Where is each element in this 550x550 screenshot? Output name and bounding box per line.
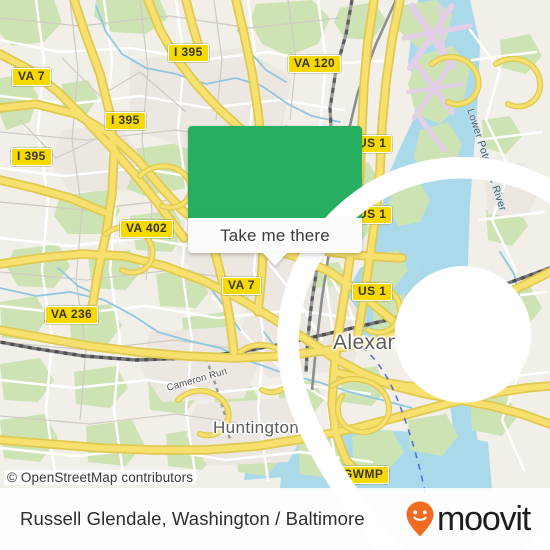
map-screenshot: Alexandria Huntington Lower Potomac Rive… [0, 0, 550, 550]
openstreetmap-attribution[interactable]: © OpenStreetMap contributors [4, 470, 197, 485]
page-title: Russell Glendale, Washington / Baltimore [20, 508, 365, 529]
highway-shield-va-120[interactable]: VA 120 [288, 55, 342, 73]
map-pin-icon [277, 156, 550, 550]
highway-shield-va-402[interactable]: VA 402 [120, 220, 174, 238]
callout-tail [262, 252, 288, 266]
highway-shield-i-395-west[interactable]: I 395 [11, 148, 52, 166]
callout-pin-area [188, 126, 550, 550]
moovit-logo[interactable]: moovit [405, 500, 531, 538]
highway-shield-i-395-mid[interactable]: I 395 [105, 112, 146, 130]
highway-shield-va-7-west[interactable]: VA 7 [12, 68, 51, 86]
highway-shield-va-236[interactable]: VA 236 [45, 306, 99, 324]
moovit-smiley-pin-icon [406, 501, 434, 537]
take-me-there-label: Take me there [220, 225, 330, 245]
take-me-there-button[interactable]: Take me there [188, 218, 362, 266]
moovit-wordmark: moovit [437, 500, 531, 538]
location-callout-card[interactable]: Take me there [188, 126, 550, 550]
footer-bar: Russell Glendale, Washington / Baltimore… [0, 488, 550, 550]
map-canvas[interactable]: Alexandria Huntington Lower Potomac Rive… [0, 0, 550, 550]
highway-shield-i-395-north[interactable]: I 395 [168, 44, 209, 62]
